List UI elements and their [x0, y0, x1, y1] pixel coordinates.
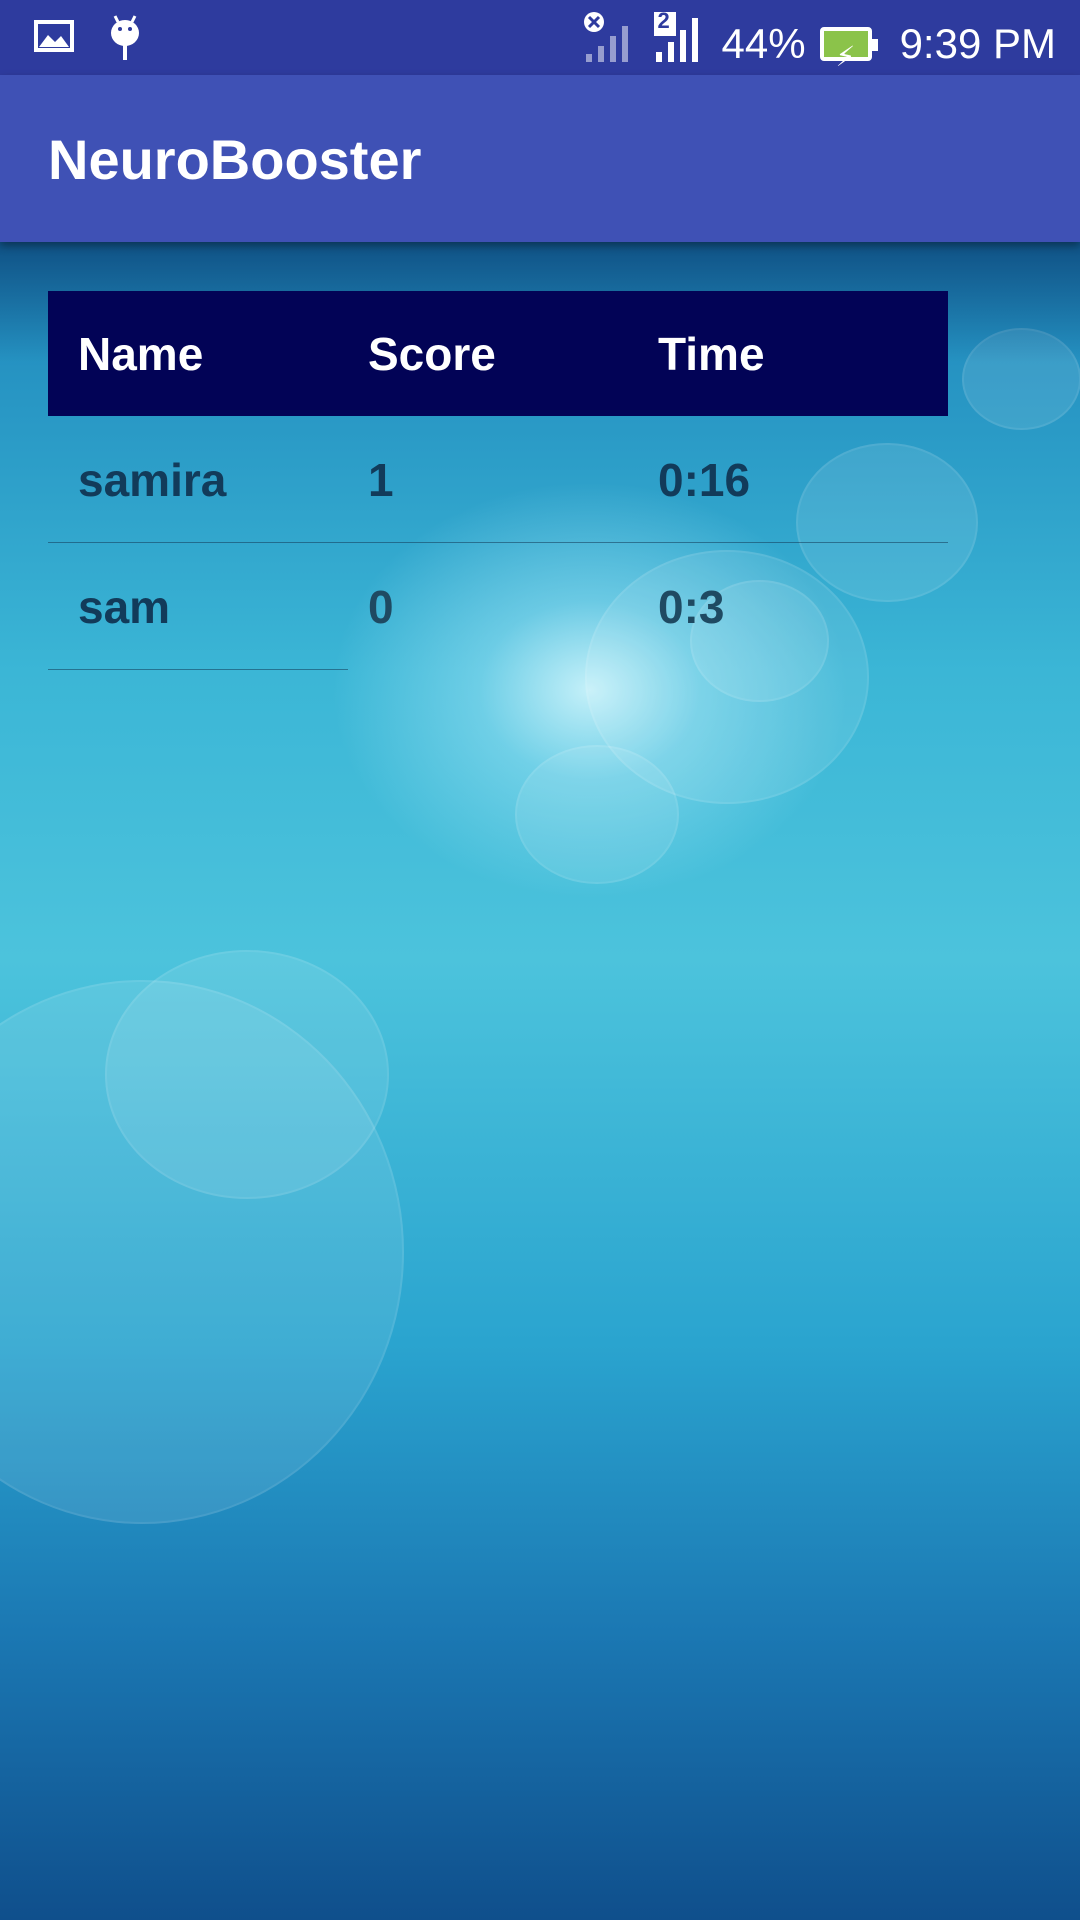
cell-name: samira [78, 453, 227, 506]
android-debug-icon [108, 14, 142, 67]
clock: 9:39 PM [899, 20, 1056, 67]
cell-time: 0:16 [658, 453, 751, 506]
table-row: samira 1 0:16 [48, 416, 948, 543]
image-icon [34, 20, 74, 61]
status-bar: 2 44% ⚡ 9:39 PM [0, 0, 1080, 75]
signal-icon: 2 [652, 8, 708, 78]
app-screen: 2 44% ⚡ 9:39 PM NeuroBooster Name Score … [0, 0, 1080, 1920]
battery-charging-icon: ⚡ [819, 27, 878, 72]
cell-time: 0:3 [658, 580, 725, 633]
column-header-score: Score [368, 327, 496, 380]
sim-badge: 2 [657, 8, 670, 33]
row-divider [48, 669, 348, 670]
battery-percent: 44% [721, 20, 806, 67]
notification-icons [34, 14, 142, 67]
background-bokeh [105, 950, 389, 1199]
cell-score: 1 [368, 453, 394, 506]
system-status: 2 44% ⚡ 9:39 PM [582, 8, 1056, 78]
signal-off-icon [582, 10, 638, 78]
app-bar: NeuroBooster [0, 75, 1080, 242]
column-header-name: Name [78, 327, 204, 380]
cell-name: sam [78, 580, 171, 633]
background-bokeh [515, 745, 679, 884]
column-header-time: Time [658, 327, 765, 380]
table-header: Name Score Time [48, 291, 948, 416]
score-table: Name Score Time samira 1 0:16 sam 0 0:3 [48, 291, 948, 670]
app-title: NeuroBooster [48, 128, 422, 191]
cell-score: 0 [368, 580, 394, 633]
table-row: sam 0 0:3 [48, 543, 948, 670]
